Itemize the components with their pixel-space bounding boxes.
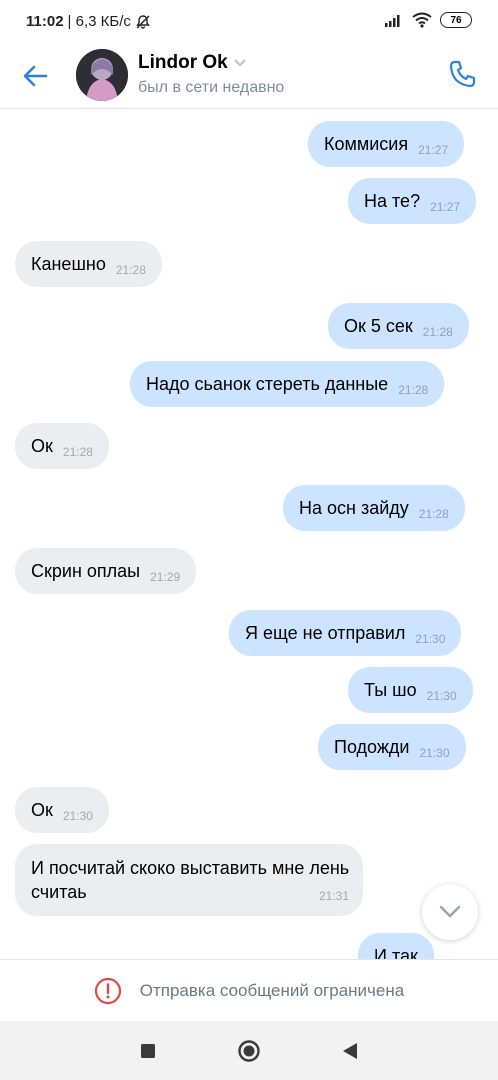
exclamation-circle-icon xyxy=(94,977,121,1005)
message-bubble[interactable]: На те? 21:27 xyxy=(348,178,477,224)
message-time: 21:30 xyxy=(419,746,450,760)
message-time: 21:28 xyxy=(62,445,93,459)
avatar[interactable] xyxy=(76,49,128,101)
battery-level: 76 xyxy=(450,14,462,26)
message-bubble[interactable]: Ок 5 сек 21:28 xyxy=(328,303,469,349)
message-bubble[interactable]: Подожди 21:30 xyxy=(318,724,466,770)
message-time: 21:27 xyxy=(430,200,461,214)
message-bubble[interactable]: И посчитай скоко выставить мне лень счит… xyxy=(15,844,363,916)
message-bubble[interactable]: Канешно 21:28 xyxy=(15,241,162,287)
status-right: 76 xyxy=(384,12,472,28)
message-time: 21:30 xyxy=(426,689,457,703)
message-text: На осн зайду xyxy=(299,498,409,518)
status-left: 11:02 | 6,3 КБ/с xyxy=(26,13,151,30)
wifi-icon xyxy=(412,12,432,28)
message-text: Надо сьанок стереть данные xyxy=(146,374,389,394)
chevron-down-icon xyxy=(234,59,246,67)
message-text: И посчитай скоко выставить мне лень счит… xyxy=(31,858,350,902)
chat-header: Lindor Ok был в сети недавно xyxy=(0,44,498,109)
message-text: Ок xyxy=(31,800,53,820)
phone-icon xyxy=(449,60,476,88)
message-time: 21:28 xyxy=(422,325,453,339)
status-speed: | 6,3 КБ/с xyxy=(67,13,131,30)
signal-icon xyxy=(385,15,400,27)
message-bubble[interactable]: Я еще не отправил 21:30 xyxy=(229,610,462,656)
status-time: 11:02 xyxy=(26,13,64,30)
message-text: Коммисия xyxy=(324,134,409,154)
message-time: 21:29 xyxy=(150,570,181,584)
back-button[interactable] xyxy=(20,60,52,92)
message-text: Подожди xyxy=(334,737,410,757)
message-text: Ок xyxy=(31,436,53,456)
message-bubble[interactable]: Ты шо 21:30 xyxy=(348,667,473,713)
message-time: 21:28 xyxy=(115,263,146,277)
message-bubble[interactable]: На осн зайду 21:28 xyxy=(283,485,465,531)
system-nav-bar xyxy=(0,1021,498,1080)
home-button[interactable] xyxy=(237,1039,261,1063)
contact-name[interactable]: Lindor Ok xyxy=(138,52,246,74)
restricted-banner: Отправка сообщений ограничена xyxy=(0,959,498,1022)
avatar-image xyxy=(76,49,128,101)
circle-icon xyxy=(238,1040,260,1062)
message-feed[interactable]: Коммисия 21:27 На те? 21:27 Канешно 21:2… xyxy=(0,109,498,959)
message-bubble[interactable]: Коммисия 21:27 xyxy=(308,121,465,167)
contact-status: был в сети недавно xyxy=(138,79,285,96)
message-bubble[interactable]: Ок 21:30 xyxy=(15,787,109,833)
message-text: Канешно xyxy=(31,254,106,274)
message-time: 21:30 xyxy=(62,809,93,823)
message-bubble[interactable]: И так xyxy=(358,933,434,959)
restricted-text: Отправка сообщений ограничена xyxy=(139,981,405,1000)
message-time: 21:27 xyxy=(418,143,449,157)
message-text: Я еще не отправил xyxy=(245,623,406,643)
chevron-down-icon xyxy=(439,905,461,918)
contact-name-text: Lindor Ok xyxy=(138,52,228,73)
triangle-back-icon xyxy=(343,1043,357,1059)
message-time: 21:30 xyxy=(415,632,446,646)
message-time: 21:31 xyxy=(318,889,349,903)
message-text: На те? xyxy=(364,191,421,211)
recents-button[interactable] xyxy=(136,1039,160,1063)
message-bubble[interactable]: Ок 21:28 xyxy=(15,423,109,469)
message-text: Ты шо xyxy=(364,680,417,700)
back-nav-button[interactable] xyxy=(338,1039,362,1063)
message-bubble[interactable]: Надо сьанок стереть данные 21:28 xyxy=(130,361,445,407)
square-icon xyxy=(141,1044,155,1058)
call-button[interactable] xyxy=(446,57,480,91)
battery-icon: 76 xyxy=(440,12,472,28)
message-time: 21:28 xyxy=(418,507,449,521)
message-text: И так xyxy=(374,946,418,959)
mute-bell-icon xyxy=(135,14,150,29)
message-text: Скрин оплаы xyxy=(31,561,141,581)
message-bubble[interactable]: Скрин оплаы 21:29 xyxy=(15,548,197,594)
status-bar: 11:02 | 6,3 КБ/с 76 xyxy=(0,0,498,44)
message-time: 21:28 xyxy=(398,383,429,397)
scroll-down-button[interactable] xyxy=(422,884,478,940)
message-text: Ок 5 сек xyxy=(344,316,413,336)
arrow-left-icon xyxy=(23,65,48,87)
